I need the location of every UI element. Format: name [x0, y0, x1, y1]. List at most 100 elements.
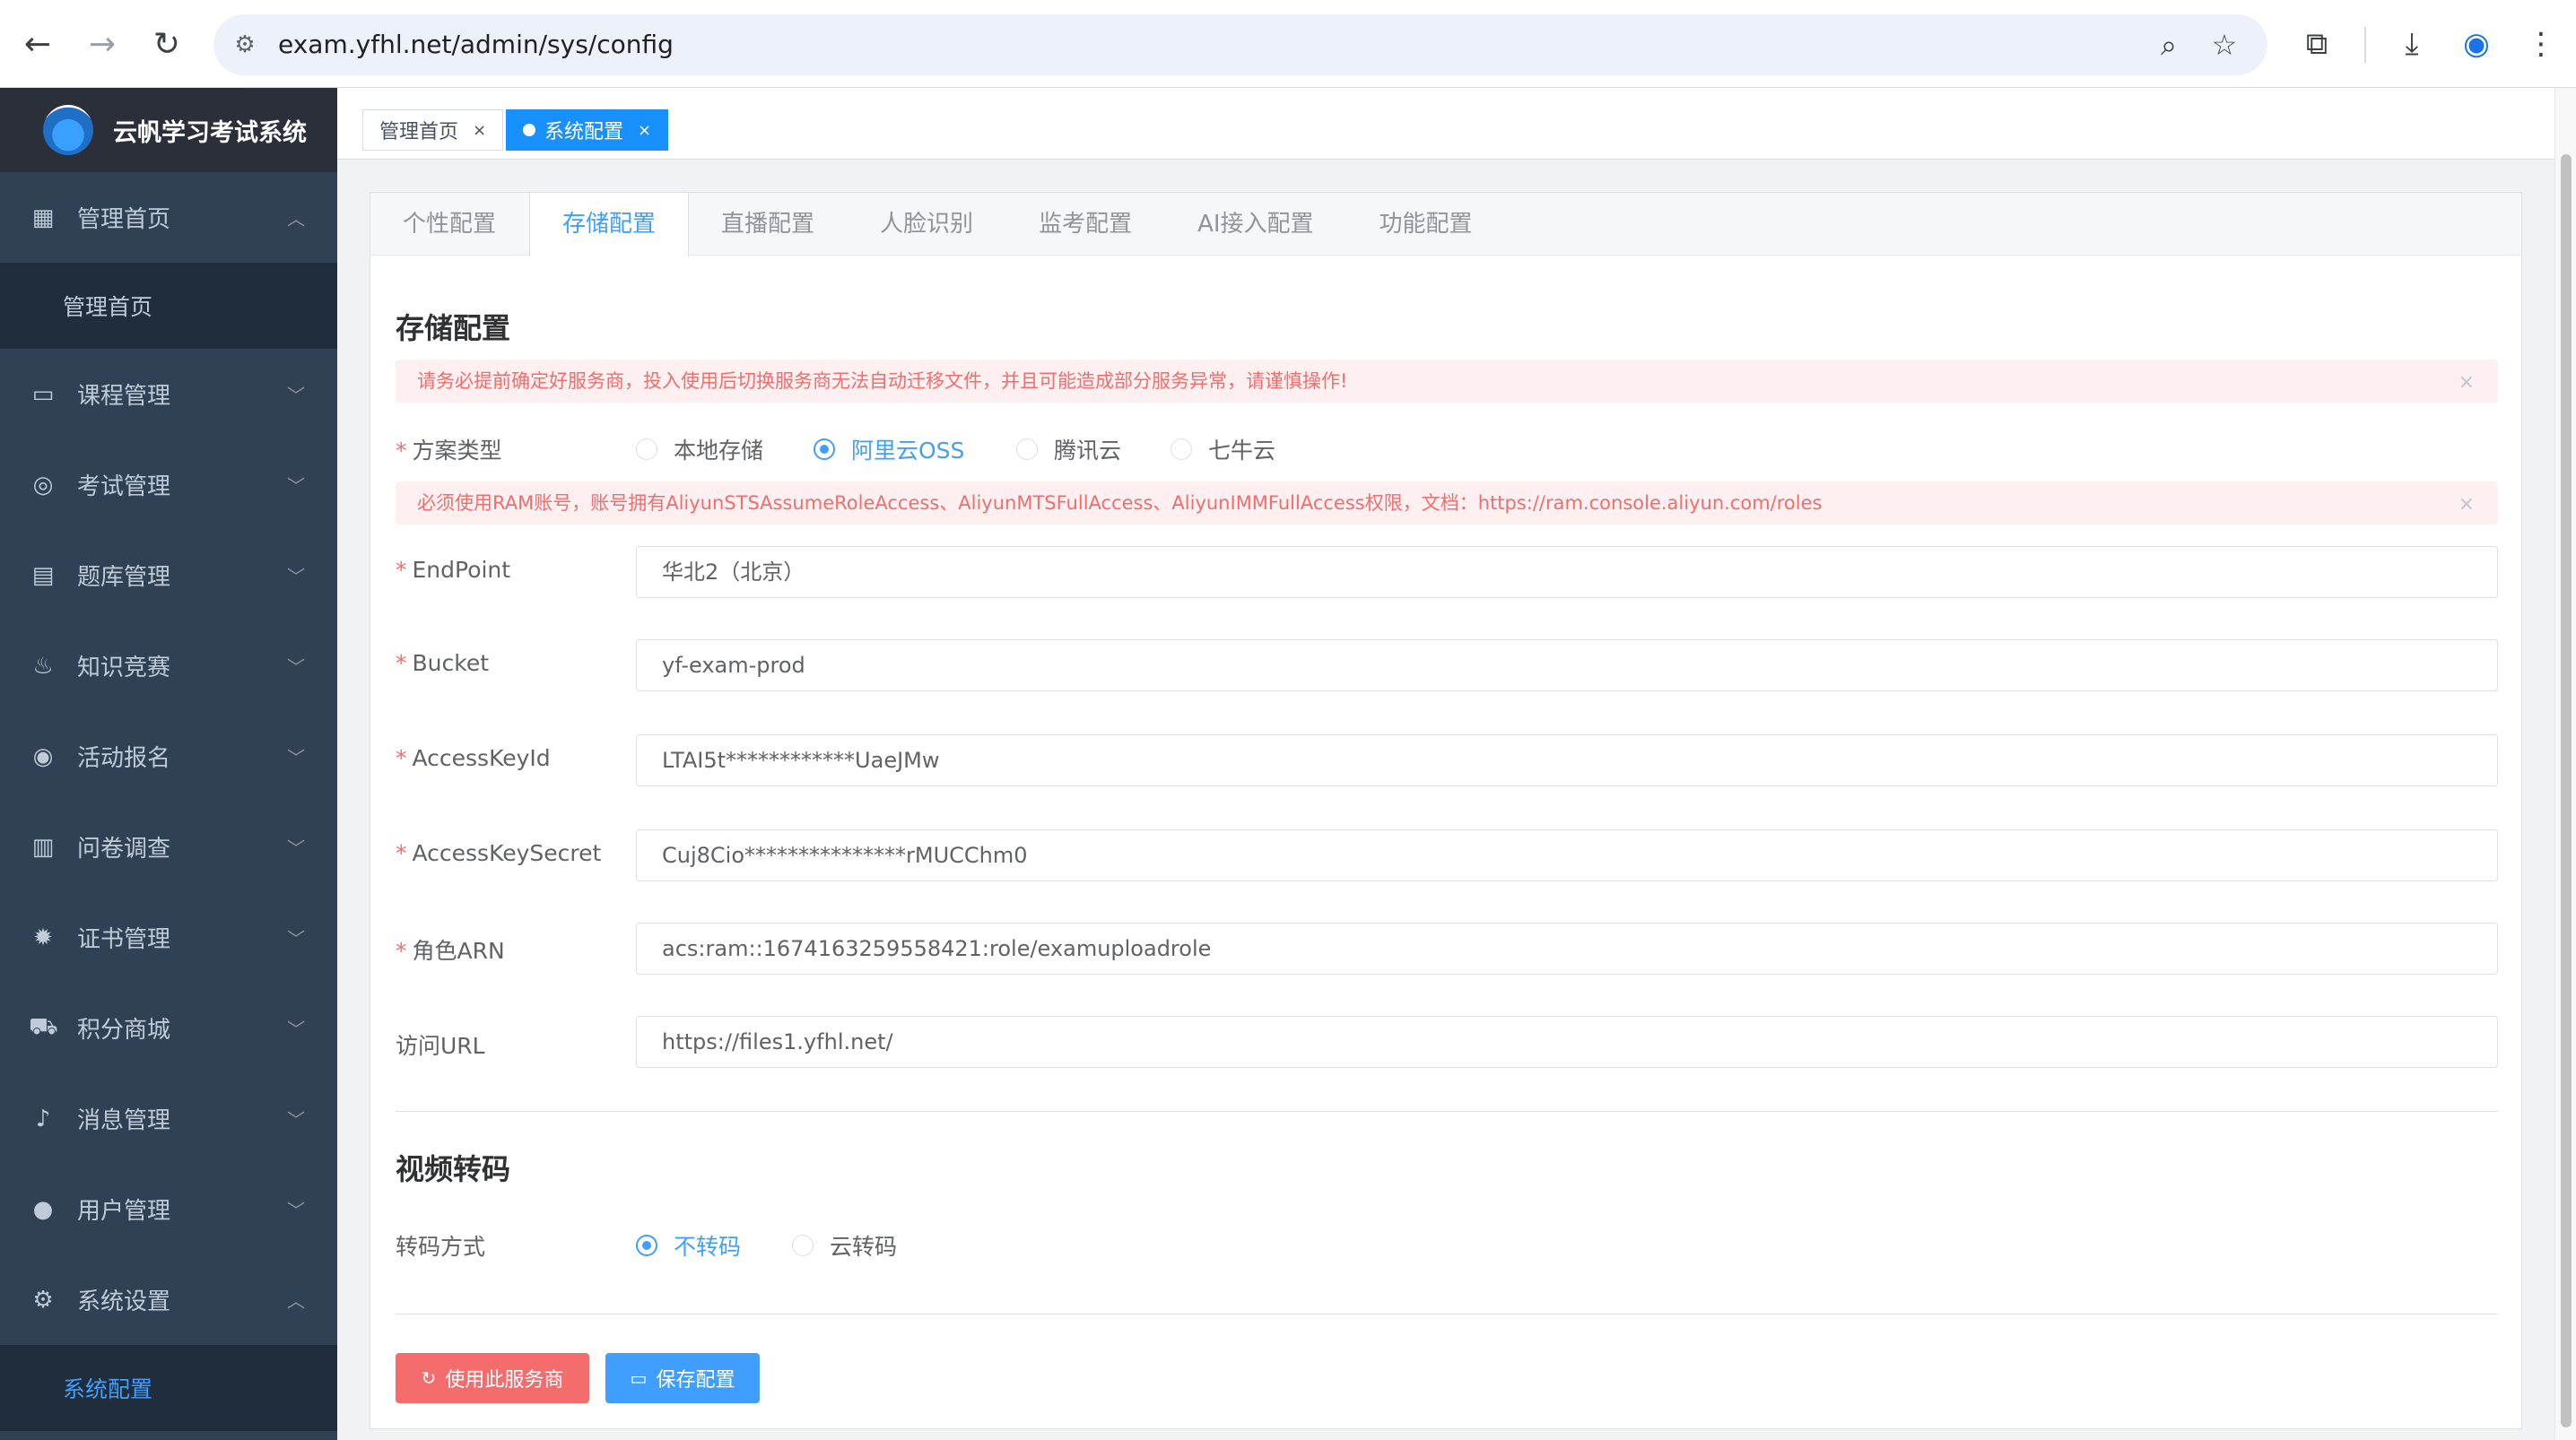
tag-config[interactable]: 系统配置 × [506, 109, 669, 151]
chevron-down-icon: ﹀ [287, 747, 305, 768]
radio-cloud-transcode[interactable]: 云转码 [792, 1229, 897, 1262]
profile-icon[interactable]: ◉ [2456, 23, 2497, 65]
more-menu-icon[interactable]: ⋮ [2520, 23, 2562, 65]
sidebar-item-home[interactable]: ▦ 管理首页 ︿ [0, 172, 337, 263]
page-scrollbar[interactable] [2554, 88, 2576, 1440]
url-text[interactable]: exam.yfhl.net/admin/sys/config [278, 14, 674, 75]
sidebar-item-activity[interactable]: ◉ 活动报名 ﹀ [0, 711, 337, 802]
chevron-up-icon: ︿ [287, 1290, 305, 1312]
radio-ring[interactable] [792, 1235, 814, 1256]
radio-aliyun[interactable]: 阿里云OSS [814, 433, 964, 465]
sidebar-item-contest[interactable]: ♨ 知识竞赛 ﹀ [0, 620, 337, 711]
required-mark: * [396, 557, 407, 583]
access-url-input[interactable]: https://files1.yfhl.net/ [636, 1016, 2498, 1068]
radio-tencent[interactable]: 腾讯云 [1016, 433, 1121, 465]
required-mark: * [396, 438, 407, 464]
refresh-icon: ↻ [421, 1367, 437, 1389]
storage-section-title: 存储配置 [396, 311, 511, 345]
sidebar: 云帆学习考试系统 ▦ 管理首页 ︿ 管理首页 ▭ 课程管理 ﹀ ◎ 考试管理 ﹀… [0, 88, 337, 1440]
tag-home[interactable]: 管理首页 × [362, 109, 504, 151]
user-icon: ● [32, 1195, 54, 1223]
sidebar-logo[interactable]: 云帆学习考试系统 [0, 88, 337, 172]
tag-label: 管理首页 [379, 121, 459, 143]
sidebar-item-survey[interactable]: ▥ 问卷调查 ﹀ [0, 802, 337, 892]
close-icon[interactable]: × [473, 121, 486, 140]
use-provider-button[interactable]: ↻ 使用此服务商 [396, 1353, 589, 1403]
radio-ring[interactable] [636, 438, 657, 460]
extensions-icon[interactable]: ⧉ [2296, 23, 2337, 65]
sidebar-subitem-config[interactable]: 系统配置 [0, 1345, 337, 1431]
bucket-label: * Bucket [396, 650, 490, 676]
save-config-button[interactable]: ▭ 保存配置 [605, 1353, 760, 1403]
chevron-down-icon: ﹀ [287, 837, 305, 859]
sidebar-item-label: 题库管理 [77, 564, 171, 591]
required-mark: * [396, 938, 407, 964]
sidebar-item-user[interactable]: ● 用户管理 ﹀ [0, 1164, 337, 1254]
radio-ring[interactable] [814, 438, 835, 460]
bookmark-star-icon[interactable]: ☆ [2206, 27, 2242, 63]
close-icon[interactable]: × [638, 121, 651, 140]
reload-icon[interactable]: ↻ [145, 22, 188, 65]
sidebar-item-label: 积分商城 [77, 1017, 171, 1044]
tab-ai[interactable]: AI接入配置 [1165, 193, 1346, 256]
dashboard-icon: ▦ [31, 204, 55, 231]
radio-ring[interactable] [636, 1235, 657, 1256]
sidebar-item-message[interactable]: ♪ 消息管理 ﹀ [0, 1073, 337, 1164]
chevron-down-icon: ﹀ [287, 475, 305, 497]
sidebar-item-certificate[interactable]: ✹ 证书管理 ﹀ [0, 892, 337, 983]
video-section-title: 视频转码 [396, 1152, 511, 1186]
bucket-input[interactable]: yf-exam-prod [636, 639, 2498, 691]
sidebar-item-label: 知识竞赛 [77, 655, 171, 681]
browser-toolbar: ← → ↻ ⚙ exam.yfhl.net/admin/sys/config ⌕… [0, 0, 2576, 88]
radio-local[interactable]: 本地存储 [636, 433, 763, 465]
sidebar-item-mall[interactable]: ⛟ 积分商城 ﹀ [0, 983, 337, 1073]
tab-live[interactable]: 直播配置 [689, 193, 848, 256]
sidebar-item-course[interactable]: ▭ 课程管理 ﹀ [0, 349, 337, 439]
close-icon[interactable]: × [2459, 361, 2475, 404]
radio-no-transcode[interactable]: 不转码 [636, 1229, 741, 1262]
tab-face[interactable]: 人脸识别 [848, 193, 1006, 256]
back-arrow-icon[interactable]: ← [16, 22, 59, 65]
sidebar-subitem-home[interactable]: 管理首页 [0, 263, 337, 349]
chevron-down-icon: ﹀ [287, 656, 305, 678]
transcode-mode-label: 转码方式 [396, 1234, 486, 1260]
scheme-label: * 方案类型 [396, 438, 502, 464]
chevron-up-icon: ︿ [287, 208, 305, 230]
question-bank-icon: ▤ [31, 561, 55, 589]
accesskeyid-input[interactable]: LTAI5t************UaeJMw [636, 734, 2498, 786]
course-icon: ▭ [31, 380, 55, 408]
sidebar-item-exam[interactable]: ◎ 考试管理 ﹀ [0, 439, 337, 530]
ram-notice-text: 必须使用RAM账号，账号拥有AliyunSTSAssumeRoleAccess、… [417, 492, 1823, 514]
warning-alert: 请务必提前确定好服务商，投入使用后切换服务商无法自动迁移文件，并且可能造成部分服… [396, 360, 2498, 403]
toolbar-divider [2364, 27, 2366, 63]
radio-ring[interactable] [1016, 438, 1038, 460]
radio-ring[interactable] [1171, 438, 1192, 460]
forward-arrow-icon[interactable]: → [81, 22, 124, 65]
survey-icon: ▥ [31, 833, 55, 861]
scrollbar-thumb[interactable] [2561, 154, 2572, 1427]
chevron-down-icon: ﹀ [287, 1019, 305, 1040]
radio-qiniu[interactable]: 七牛云 [1171, 433, 1275, 465]
bell-icon: ♪ [35, 1105, 51, 1132]
logo-icon [43, 105, 93, 155]
endpoint-label: * EndPoint [396, 557, 511, 583]
tab-proctor[interactable]: 监考配置 [1006, 193, 1165, 256]
sidebar-item-question-bank[interactable]: ▤ 题库管理 ﹀ [0, 530, 337, 620]
site-settings-icon[interactable]: ⚙ [230, 30, 260, 60]
zoom-icon[interactable]: ⌕ [2151, 27, 2187, 63]
required-mark: * [396, 840, 407, 866]
tab-personal[interactable]: 个性配置 [370, 193, 529, 256]
accesskeysecret-input[interactable]: Cuj8Cio***************rMUCChm0 [636, 829, 2498, 881]
sidebar-item-label: 课程管理 [77, 383, 171, 410]
folder-icon: ▭ [630, 1367, 648, 1389]
download-icon[interactable]: ⤓ [2391, 23, 2432, 65]
tab-feature[interactable]: 功能配置 [1347, 193, 1506, 256]
sidebar-item-label: 问卷调查 [77, 836, 171, 863]
accesskeyid-label: * AccessKeyId [396, 745, 551, 771]
endpoint-input[interactable]: 华北2（北京） [636, 546, 2498, 598]
role-arn-input[interactable]: acs:ram::1674163259558421:role/examuploa… [636, 923, 2498, 975]
address-bar[interactable]: ⚙ exam.yfhl.net/admin/sys/config ⌕ ☆ [213, 14, 2267, 75]
tab-storage[interactable]: 存储配置 [529, 193, 690, 256]
close-icon[interactable]: × [2459, 483, 2475, 526]
sidebar-item-settings[interactable]: ⚙ 系统设置 ︿ [0, 1254, 337, 1345]
